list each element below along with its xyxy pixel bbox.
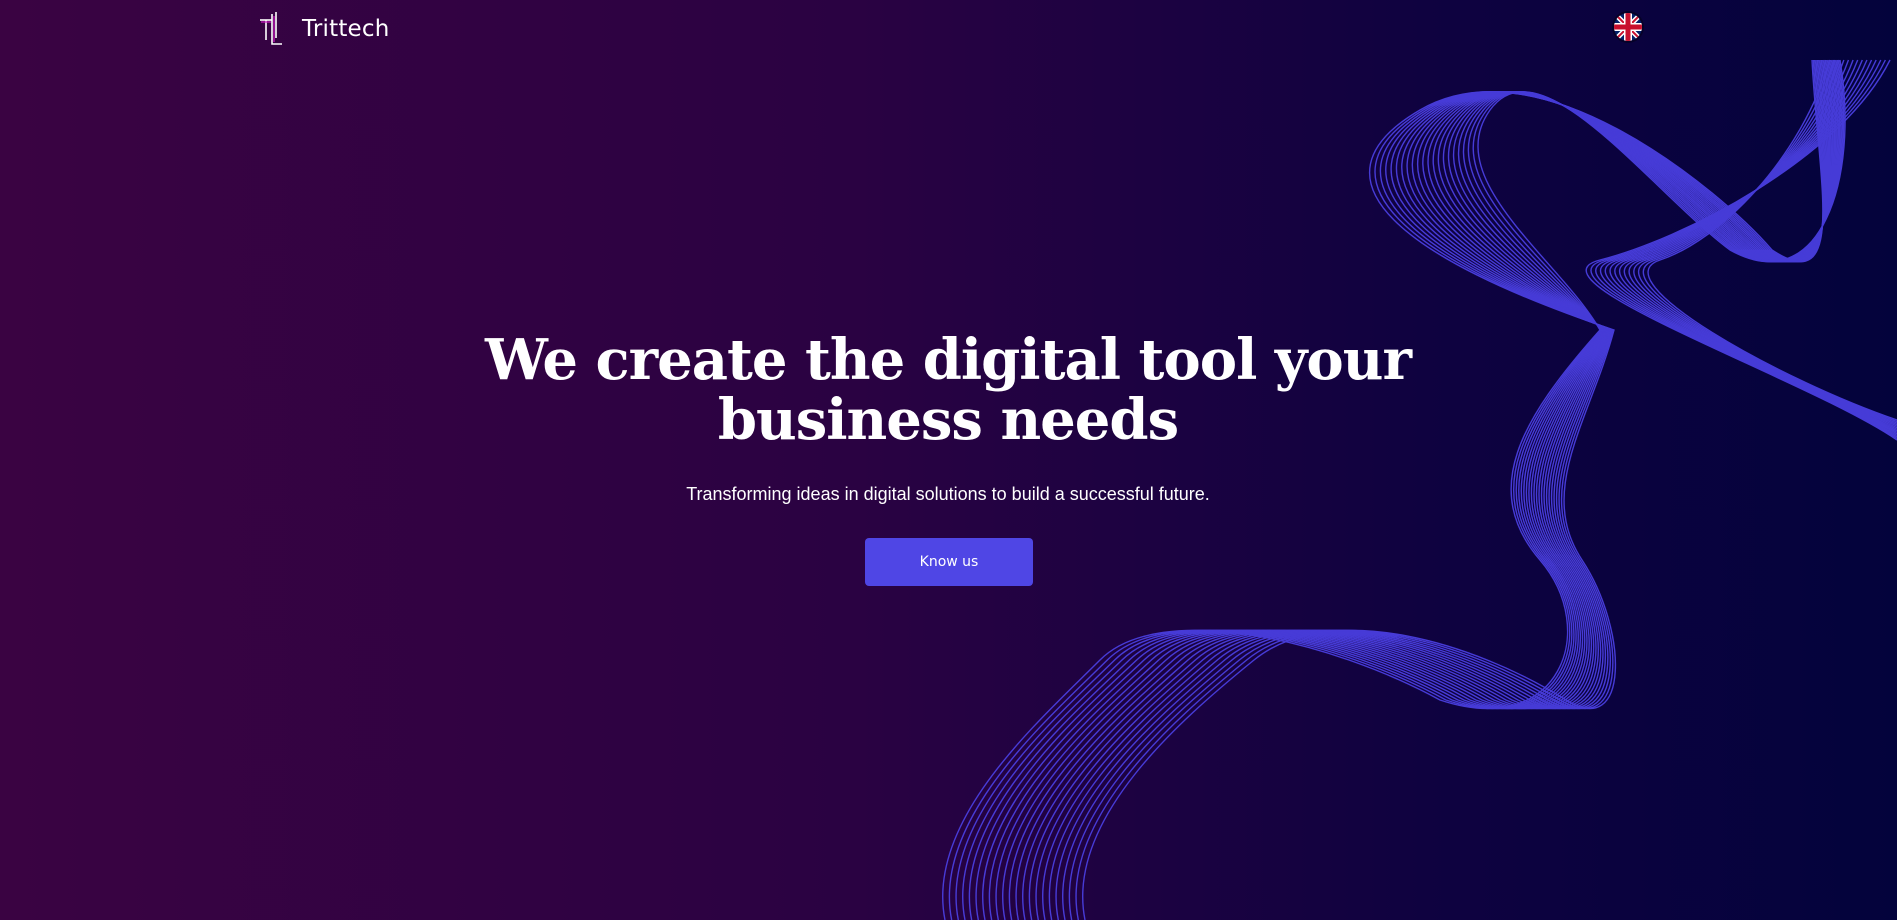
wave-line (1604, 59, 1897, 435)
uk-flag-icon (1614, 13, 1642, 41)
wave-line (1619, 59, 1897, 430)
wave-line (1637, 59, 1897, 424)
wave-line (1595, 59, 1897, 438)
site-header: Trittech (0, 0, 1897, 60)
wave-line (1647, 59, 1897, 421)
wave-line (1585, 59, 1897, 441)
wave-line (1609, 59, 1897, 433)
wave-line (1599, 59, 1897, 436)
wave-line (1628, 59, 1897, 427)
brand-name: Trittech (302, 16, 390, 42)
wave-line (1642, 59, 1897, 423)
wave-line (1633, 59, 1897, 426)
wave-line (1614, 59, 1897, 432)
wave-lines-graphic (942, 59, 1897, 920)
language-selector-button[interactable] (1614, 13, 1642, 41)
trittech-logo-icon (260, 12, 282, 45)
hero-subtitle: Transforming ideas in digital solutions … (686, 484, 1210, 504)
hero-title: We create the digital tool your business… (485, 327, 1412, 453)
wave-line (1590, 59, 1897, 440)
wave-line (1623, 59, 1897, 429)
know-us-button[interactable]: Know us (865, 538, 1033, 586)
brand-logo-link[interactable]: Trittech (258, 10, 390, 48)
